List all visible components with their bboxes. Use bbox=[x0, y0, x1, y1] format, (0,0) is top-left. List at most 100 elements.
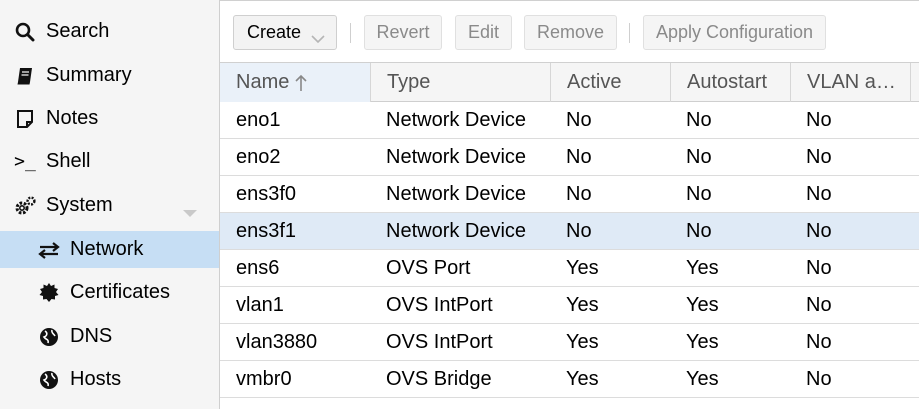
table-row[interactable]: vlan3880 OVS IntPort Yes Yes No bbox=[220, 324, 919, 361]
sidebar-item-summary[interactable]: Summary bbox=[0, 57, 219, 94]
toolbar-separator bbox=[629, 23, 630, 43]
chevron-down-icon[interactable] bbox=[183, 201, 197, 224]
cell-type: Network Device bbox=[386, 145, 527, 168]
cell-autostart: No bbox=[686, 182, 712, 205]
cell-autostart: No bbox=[686, 108, 712, 131]
cell-vlan-aware: No bbox=[806, 108, 832, 131]
sidebar-item-dns[interactable]: DNS bbox=[0, 318, 219, 355]
cell-name: ens3f0 bbox=[236, 182, 297, 205]
cell-name: eno1 bbox=[236, 108, 281, 131]
grid-body: eno1 Network Device No No No eno2 Networ… bbox=[220, 102, 919, 398]
book-icon bbox=[14, 65, 36, 87]
cell-autostart: Yes bbox=[686, 330, 719, 353]
sidebar-item-certificates[interactable]: Certificates bbox=[0, 274, 219, 311]
sidebar-item-label: Summary bbox=[46, 64, 132, 86]
table-row[interactable]: ens6 OVS Port Yes Yes No bbox=[220, 250, 919, 287]
globe-icon bbox=[38, 326, 60, 348]
sidebar-item-network[interactable]: Network bbox=[0, 231, 219, 268]
create-button[interactable]: Create bbox=[233, 15, 337, 50]
cell-vlan-aware: No bbox=[806, 367, 832, 390]
column-header-name[interactable]: Name bbox=[220, 63, 371, 102]
table-row[interactable]: vlan1 OVS IntPort Yes Yes No bbox=[220, 287, 919, 324]
cell-active: No bbox=[566, 219, 592, 242]
column-header-label: VLAN a… bbox=[807, 71, 896, 93]
sidebar-item-label: Hosts bbox=[70, 368, 122, 390]
cell-active: Yes bbox=[566, 293, 599, 316]
cell-type: OVS IntPort bbox=[386, 330, 493, 353]
cell-autostart: No bbox=[686, 145, 712, 168]
column-header-label: Active bbox=[567, 71, 622, 93]
cell-vlan-aware: No bbox=[806, 182, 832, 205]
table-row[interactable]: eno2 Network Device No No No bbox=[220, 139, 919, 176]
sidebar-item-label: Notes bbox=[46, 107, 99, 129]
table-row[interactable]: vmbr0 OVS Bridge Yes Yes No bbox=[220, 361, 919, 398]
column-header-active[interactable]: Active bbox=[551, 63, 671, 102]
sidebar-item-shell[interactable]: >_ Shell bbox=[0, 143, 219, 180]
cell-name: ens3f1 bbox=[236, 219, 297, 242]
sidebar: Search Summary Notes >_ Shell System Net… bbox=[0, 0, 220, 409]
search-icon bbox=[14, 21, 36, 43]
sidebar-item-system[interactable]: System bbox=[0, 187, 219, 224]
cell-active: Yes bbox=[566, 367, 599, 390]
table-row[interactable]: eno1 Network Device No No No bbox=[220, 102, 919, 139]
cell-name: eno2 bbox=[236, 145, 281, 168]
toolbar-separator bbox=[350, 23, 351, 43]
column-header-type[interactable]: Type bbox=[371, 63, 551, 102]
cell-type: Network Device bbox=[386, 219, 527, 242]
column-header-label: Autostart bbox=[687, 71, 768, 93]
cell-active: No bbox=[566, 108, 592, 131]
table-row[interactable]: ens3f0 Network Device No No No bbox=[220, 176, 919, 213]
cell-vlan-aware: No bbox=[806, 219, 832, 242]
column-header-label: Name bbox=[236, 71, 290, 93]
sort-ascending-icon bbox=[295, 74, 307, 92]
apply-configuration-button-label: Apply Configuration bbox=[655, 22, 814, 42]
remove-button[interactable]: Remove bbox=[524, 15, 617, 50]
sidebar-item-search[interactable]: Search bbox=[0, 13, 219, 50]
cell-name: ens6 bbox=[236, 256, 280, 279]
cell-active: No bbox=[566, 145, 592, 168]
note-icon bbox=[14, 108, 36, 130]
column-header-vlan-aware[interactable]: VLAN a… bbox=[791, 63, 911, 102]
cell-name: vlan1 bbox=[236, 293, 284, 316]
cell-active: Yes bbox=[566, 330, 599, 353]
cell-type: OVS Bridge bbox=[386, 367, 492, 390]
remove-button-label: Remove bbox=[536, 22, 605, 42]
gears-icon bbox=[14, 195, 36, 217]
cell-autostart: Yes bbox=[686, 293, 719, 316]
sidebar-item-label: Network bbox=[70, 238, 144, 260]
cell-type: Network Device bbox=[386, 182, 527, 205]
cell-type: OVS IntPort bbox=[386, 293, 493, 316]
sidebar-item-label: DNS bbox=[70, 325, 113, 347]
cell-active: Yes bbox=[566, 256, 599, 279]
revert-button[interactable]: Revert bbox=[364, 15, 442, 50]
terminal-icon: >_ bbox=[14, 151, 36, 172]
grid-header: Name Type Active Autostart VLAN a… bbox=[220, 62, 919, 102]
revert-button-label: Revert bbox=[376, 22, 430, 42]
cell-vlan-aware: No bbox=[806, 145, 832, 168]
sidebar-item-hosts[interactable]: Hosts bbox=[0, 361, 219, 398]
apply-configuration-button[interactable]: Apply Configuration bbox=[643, 15, 826, 50]
column-header-label: Type bbox=[387, 71, 431, 93]
sidebar-item-label: Shell bbox=[46, 150, 91, 172]
cell-active: No bbox=[566, 182, 592, 205]
cell-vlan-aware: No bbox=[806, 293, 832, 316]
certificate-icon bbox=[38, 282, 60, 304]
sidebar-item-notes[interactable]: Notes bbox=[0, 100, 219, 137]
column-header-autostart[interactable]: Autostart bbox=[671, 63, 791, 102]
cell-autostart: No bbox=[686, 219, 712, 242]
table-row[interactable]: ens3f1 Network Device No No No bbox=[220, 213, 919, 250]
cell-type: OVS Port bbox=[386, 256, 471, 279]
cell-name: vmbr0 bbox=[236, 367, 292, 390]
exchange-icon bbox=[38, 239, 60, 261]
cell-vlan-aware: No bbox=[806, 330, 832, 353]
sidebar-item-label: System bbox=[46, 194, 113, 216]
toolbar: Create Revert Edit Remove Apply Configur… bbox=[220, 0, 919, 62]
cell-autostart: Yes bbox=[686, 367, 719, 390]
edit-button-label: Edit bbox=[467, 22, 500, 42]
sidebar-item-label: Certificates bbox=[70, 281, 171, 303]
cell-name: vlan3880 bbox=[236, 330, 318, 353]
cell-autostart: Yes bbox=[686, 256, 719, 279]
edit-button[interactable]: Edit bbox=[455, 15, 512, 50]
chevron-down-icon bbox=[311, 28, 325, 49]
cell-vlan-aware: No bbox=[806, 256, 832, 279]
